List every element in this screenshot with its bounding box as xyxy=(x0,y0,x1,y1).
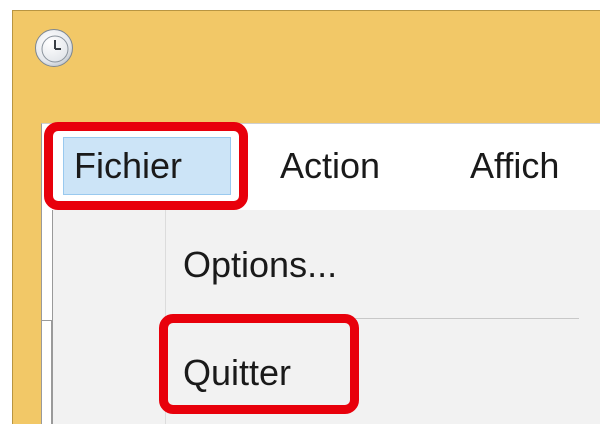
content-panel-edge xyxy=(42,320,52,424)
fichier-dropdown-menu: Options... Quitter xyxy=(52,210,600,424)
menu-item-options[interactable]: Options... xyxy=(183,244,337,286)
menu-separator xyxy=(169,318,579,319)
window-content-edge xyxy=(41,210,52,424)
menu-item-quitter[interactable]: Quitter xyxy=(183,352,291,394)
menu-affichage[interactable]: Affich xyxy=(460,137,569,195)
menu-action[interactable]: Action xyxy=(270,137,390,195)
menu-icon-gutter-divider xyxy=(165,210,166,424)
menu-bar: Fichier Action Affich xyxy=(41,123,600,210)
clock-icon[interactable] xyxy=(35,29,73,67)
screenshot: Fichier Action Affich Options... Quitter xyxy=(0,0,600,424)
top-strip xyxy=(0,0,600,10)
menu-fichier[interactable]: Fichier xyxy=(63,137,231,195)
